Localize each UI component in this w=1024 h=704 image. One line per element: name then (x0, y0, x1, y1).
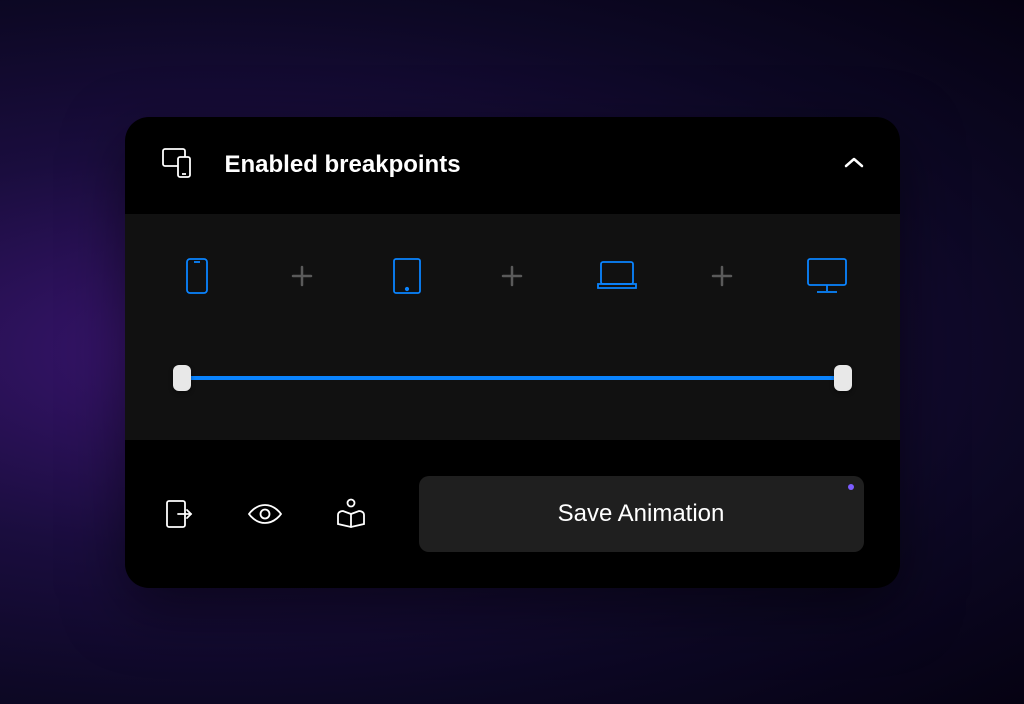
save-animation-button[interactable]: Save Animation (419, 476, 864, 552)
breakpoints-content (125, 214, 900, 440)
add-breakpoint-button[interactable] (497, 261, 527, 291)
slider-handle-min[interactable] (173, 365, 191, 391)
slider-handle-max[interactable] (834, 365, 852, 391)
add-breakpoint-button[interactable] (287, 261, 317, 291)
export-icon[interactable] (161, 496, 197, 532)
desktop-icon[interactable] (805, 254, 849, 298)
chevron-up-icon[interactable] (844, 156, 864, 174)
panel-title: Enabled breakpoints (225, 151, 820, 179)
devices-icon (161, 147, 201, 184)
docs-icon[interactable] (333, 496, 369, 532)
slider-track (175, 376, 850, 380)
panel-footer: Save Animation (125, 440, 900, 588)
footer-actions (161, 496, 369, 532)
breakpoints-row (175, 254, 850, 298)
tablet-icon[interactable] (385, 254, 429, 298)
range-slider[interactable] (175, 366, 850, 390)
panel-header[interactable]: Enabled breakpoints (125, 117, 900, 214)
eye-icon[interactable] (247, 496, 283, 532)
add-breakpoint-button[interactable] (707, 261, 737, 291)
breakpoints-panel: Enabled breakpoints (125, 117, 900, 588)
laptop-icon[interactable] (595, 254, 639, 298)
phone-icon[interactable] (175, 254, 219, 298)
